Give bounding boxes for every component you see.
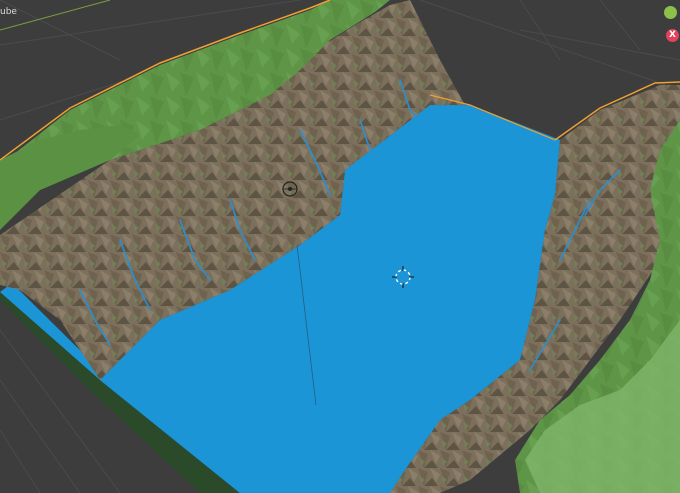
navigation-gizmo[interactable]: X bbox=[660, 4, 680, 44]
3d-viewport[interactable] bbox=[0, 0, 680, 493]
gizmo-z-axis-icon[interactable] bbox=[664, 6, 677, 19]
gizmo-x-axis-icon[interactable]: X bbox=[666, 29, 679, 42]
object-name-label: ube bbox=[0, 7, 17, 17]
